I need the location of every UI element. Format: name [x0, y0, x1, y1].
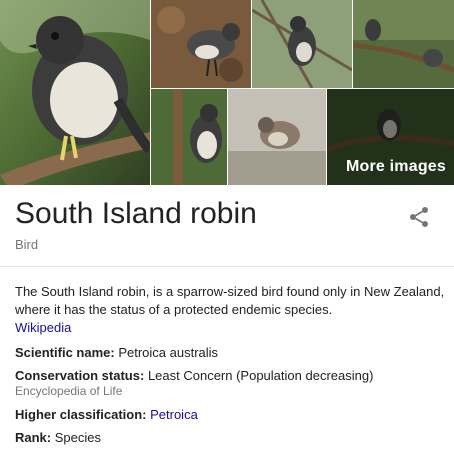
image-gallery: More images: [0, 0, 454, 185]
fact-scientific-name: Scientific name: Petroica australis: [15, 344, 218, 361]
wikipedia-link[interactable]: Wikipedia: [15, 320, 71, 335]
robin-photo-4[interactable]: [353, 0, 454, 88]
fact-label: Rank:: [15, 430, 52, 445]
robin-photo-6[interactable]: [228, 89, 326, 185]
more-images-overlay[interactable]: More images: [327, 89, 454, 185]
fact-conservation-status: Conservation status: Least Concern (Popu…: [15, 367, 373, 384]
conservation-source: Encyclopedia of Life: [15, 384, 123, 398]
robin-photo-2[interactable]: [151, 0, 251, 88]
fact-value: Least Concern (Population decreasing): [147, 368, 374, 383]
robin-photo-7[interactable]: More images: [327, 89, 454, 185]
fact-label: Scientific name:: [15, 345, 115, 360]
share-icon[interactable]: [407, 205, 431, 229]
more-images-link[interactable]: More images: [346, 158, 446, 176]
description: The South Island robin, is a sparrow-siz…: [15, 283, 445, 337]
entity-title: South Island robin: [15, 197, 257, 230]
robin-photo-5[interactable]: [151, 89, 227, 185]
fact-label: Higher classification:: [15, 407, 147, 422]
divider: [0, 266, 454, 267]
fact-rank: Rank: Species: [15, 429, 101, 446]
fact-value: Petroica australis: [118, 345, 219, 360]
fact-value: Species: [54, 430, 101, 445]
description-text: The South Island robin, is a sparrow-siz…: [15, 284, 445, 317]
fact-label: Conservation status:: [15, 368, 145, 383]
entity-type: Bird: [15, 237, 39, 252]
robin-photo-main[interactable]: [0, 0, 150, 185]
fact-higher-classification: Higher classification: Petroica: [15, 406, 198, 423]
robin-photo-3[interactable]: [252, 0, 352, 88]
petroica-link[interactable]: Petroica: [150, 407, 198, 422]
